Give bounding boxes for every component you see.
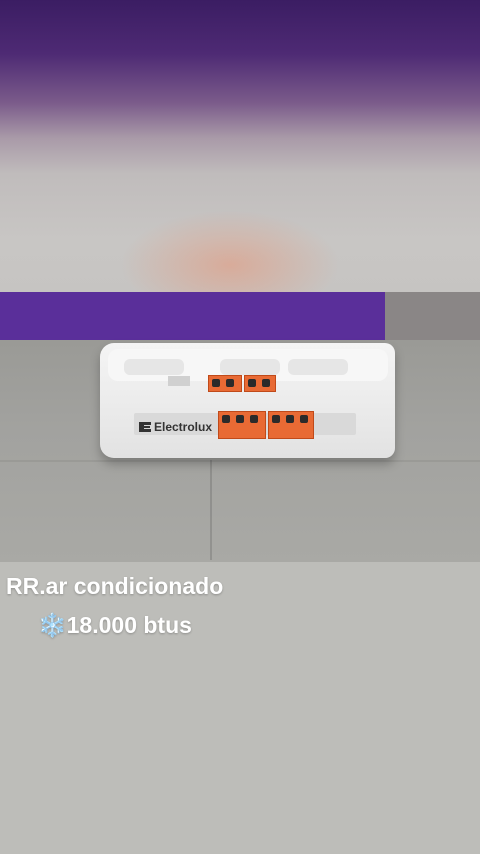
brand-logo: Electrolux (138, 420, 212, 434)
air-conditioner-box: Electrolux (100, 343, 395, 458)
warning-label (244, 375, 276, 392)
warning-label (218, 411, 266, 439)
wall-corner (385, 292, 480, 340)
box-tag (168, 376, 190, 386)
foam-slot (220, 359, 280, 375)
foam-slot (124, 359, 184, 375)
electrolux-logo-icon (139, 422, 151, 432)
floor-seam (210, 460, 212, 560)
floor-seam (0, 460, 480, 462)
foam-slot (288, 359, 348, 375)
caption-capacity: ❄️18.000 btus (38, 612, 192, 638)
brand-text: Electrolux (154, 420, 213, 434)
caption-title: RR.ar condicionado (6, 573, 224, 599)
warning-label (208, 375, 242, 392)
purple-baseboard (0, 292, 385, 340)
product-photo: Electrolux (0, 0, 480, 562)
warning-label (268, 411, 314, 439)
